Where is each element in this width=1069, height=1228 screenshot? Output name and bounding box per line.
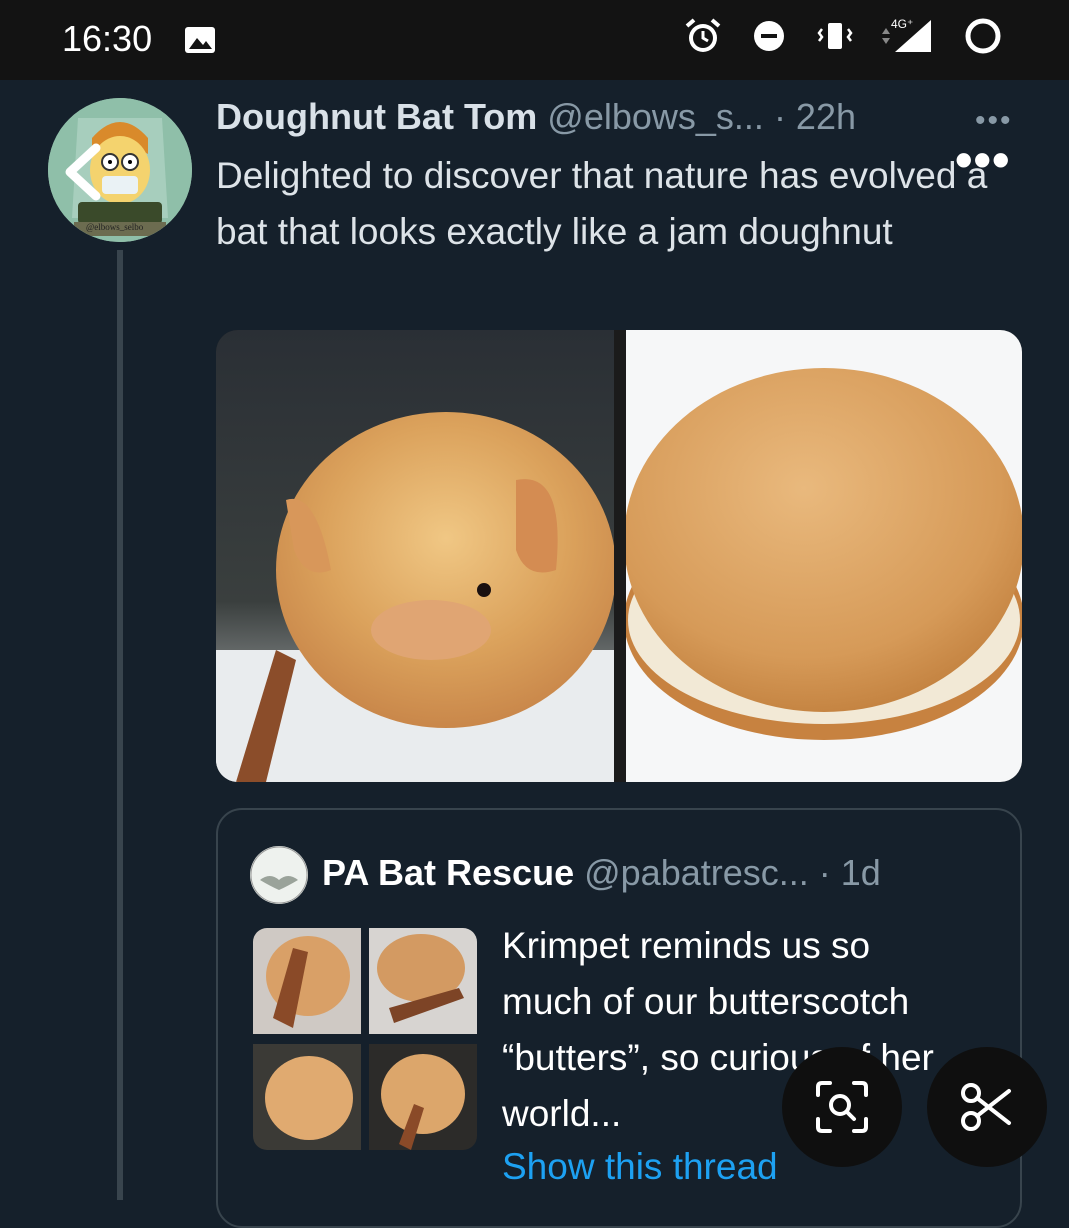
quoted-bat-photo-3[interactable] bbox=[253, 1044, 361, 1150]
quoted-avatar[interactable] bbox=[250, 846, 308, 904]
quoted-handle[interactable]: @pabatresc... bbox=[584, 852, 809, 893]
tweet-media[interactable] bbox=[216, 330, 1022, 782]
svg-text:4G⁺: 4G⁺ bbox=[891, 17, 913, 31]
show-thread-link[interactable]: Show this thread bbox=[502, 1146, 778, 1188]
status-time: 16:30 bbox=[62, 18, 153, 59]
quoted-bat-photo-1[interactable] bbox=[253, 928, 361, 1034]
tweet-time[interactable]: · 22h bbox=[774, 96, 856, 137]
display-name[interactable]: Doughnut Bat Tom bbox=[216, 96, 537, 137]
quoted-header: PA Bat Rescue @pabatresc... · 1d bbox=[322, 852, 881, 894]
battery-icon bbox=[965, 18, 1001, 54]
quoted-bat-photo-4[interactable] bbox=[369, 1044, 477, 1150]
gallery-icon bbox=[185, 27, 215, 53]
lens-icon bbox=[816, 1081, 868, 1133]
back-arrow-icon[interactable] bbox=[58, 140, 106, 204]
tweet-text: Delighted to discover that nature has ev… bbox=[216, 155, 988, 252]
quoted-display-name[interactable]: PA Bat Rescue bbox=[322, 852, 574, 893]
status-bar: 16:30 4G⁺ bbox=[0, 0, 1069, 80]
quoted-media-grid[interactable] bbox=[253, 928, 477, 1150]
scissors-icon bbox=[961, 1083, 1011, 1131]
avatar-caption: @elbows_selbo bbox=[86, 222, 144, 232]
dnd-icon bbox=[754, 21, 784, 51]
bat-logo-icon bbox=[250, 846, 308, 904]
signal-icon: 4G⁺ bbox=[882, 17, 931, 52]
cut-button[interactable] bbox=[927, 1047, 1047, 1167]
doughnut-photo[interactable] bbox=[626, 330, 1022, 782]
bat-photo[interactable] bbox=[216, 330, 614, 782]
lens-button[interactable] bbox=[782, 1047, 902, 1167]
alarm-icon bbox=[685, 18, 721, 52]
status-icons: 4G⁺ bbox=[681, 14, 1005, 58]
quoted-time[interactable]: · 1d bbox=[819, 852, 881, 893]
handle[interactable]: @elbows_s... bbox=[547, 96, 764, 137]
vibrate-icon bbox=[817, 23, 853, 49]
thread-line bbox=[117, 250, 123, 1200]
quoted-bat-photo-2[interactable] bbox=[369, 928, 477, 1034]
tweet-header: Doughnut Bat Tom @elbows_s... · 22h bbox=[216, 96, 856, 138]
